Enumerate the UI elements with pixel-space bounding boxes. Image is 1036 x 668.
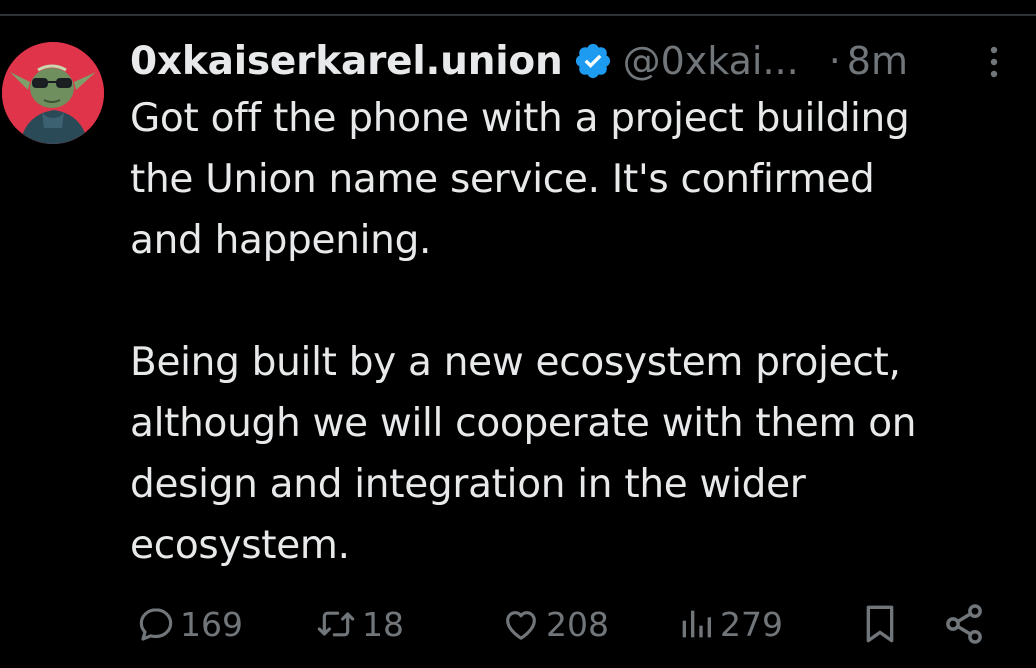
verified-badge-icon bbox=[573, 41, 613, 81]
reply-icon bbox=[136, 604, 176, 644]
tweet-text-line: although we will cooperate with them on bbox=[130, 401, 917, 446]
share-button[interactable] bbox=[942, 596, 986, 652]
views-count: 279 bbox=[720, 604, 783, 644]
tweet-actions-bar: 169 18 208 279 bbox=[130, 596, 1010, 652]
tweet-header: 0xkaiserkarel.union @0xkai... · 8m bbox=[130, 34, 1010, 88]
tweet-text-line: and happening. bbox=[130, 218, 432, 263]
tweet-text-line: Being built by a new ecosystem project, bbox=[130, 340, 901, 385]
tweet-text: Got off the phone with a project buildin… bbox=[130, 88, 1010, 576]
display-name[interactable]: 0xkaiserkarel.union bbox=[130, 39, 563, 84]
repost-button[interactable]: 18 bbox=[314, 596, 404, 652]
heart-icon bbox=[500, 604, 542, 644]
like-button[interactable]: 208 bbox=[500, 596, 609, 652]
avatar[interactable] bbox=[2, 42, 104, 144]
tweet-text-line: the Union name service. It's confirmed bbox=[130, 157, 875, 202]
separator-dot: · bbox=[828, 39, 841, 83]
repost-icon bbox=[314, 604, 358, 644]
tweet-text-line: Got off the phone with a project buildin… bbox=[130, 96, 910, 141]
reply-button[interactable]: 169 bbox=[136, 596, 243, 652]
views-icon bbox=[676, 604, 716, 644]
tweet-text-line: ecosystem. bbox=[130, 523, 350, 568]
repost-count: 18 bbox=[362, 604, 404, 644]
tweet-text-line bbox=[130, 271, 1010, 332]
like-count: 208 bbox=[546, 604, 609, 644]
bookmark-button[interactable] bbox=[860, 596, 900, 652]
tweet-text-line: design and integration in the wider bbox=[130, 462, 806, 507]
reply-count: 169 bbox=[180, 604, 243, 644]
user-handle[interactable]: @0xkai... bbox=[623, 39, 799, 83]
top-divider bbox=[0, 14, 1036, 16]
bookmark-icon bbox=[860, 602, 900, 646]
tweet-timestamp[interactable]: 8m bbox=[847, 39, 908, 83]
more-dots-icon[interactable] bbox=[985, 44, 1003, 80]
share-icon bbox=[942, 602, 986, 646]
avatar-image bbox=[2, 42, 104, 144]
views-button[interactable]: 279 bbox=[676, 596, 783, 652]
